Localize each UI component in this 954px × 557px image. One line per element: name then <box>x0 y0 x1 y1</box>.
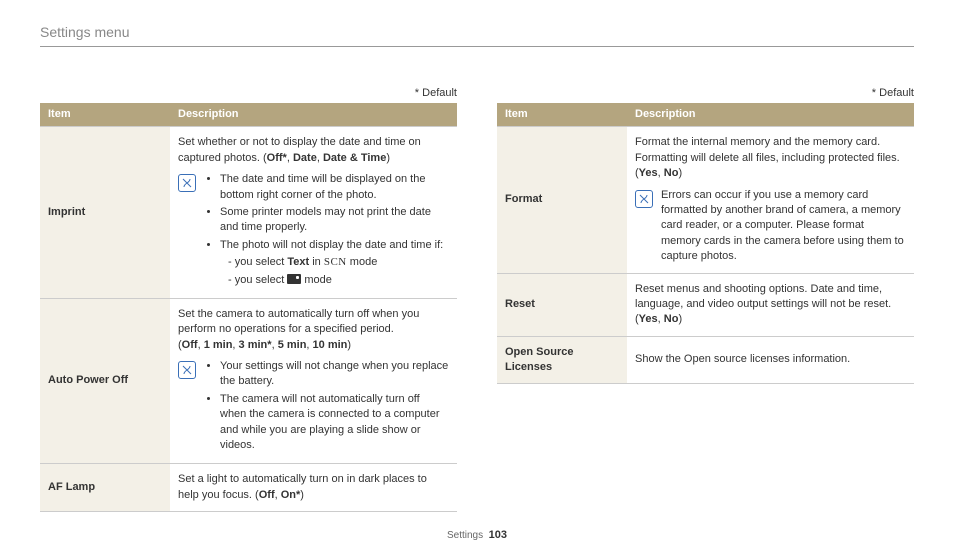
item-osl: Open Source Licenses <box>497 336 627 384</box>
page-footer: Settings 103 <box>0 529 954 541</box>
desc-aflamp: Set a light to automatically turn on in … <box>170 464 457 512</box>
default-note-right: * Default <box>497 87 914 99</box>
opt: Off <box>259 489 275 501</box>
note-list: The date and time will be displayed on t… <box>204 172 449 290</box>
default-note-left: * Default <box>40 87 457 99</box>
left-column: * Default Item Description Imprint Set w… <box>40 87 457 512</box>
opt: No <box>664 313 679 325</box>
note-text: The photo will not display the date and … <box>220 239 443 251</box>
note-sublist: you select Text in SCN mode you select m… <box>220 255 449 288</box>
t: in <box>309 256 324 268</box>
item-imprint: Imprint <box>40 127 170 299</box>
note-icon <box>178 361 196 379</box>
footer-section: Settings <box>447 530 483 541</box>
note-box: The date and time will be displayed on t… <box>178 172 449 290</box>
opt: No <box>664 167 679 179</box>
desc-format: Format the internal memory and the memor… <box>627 127 914 273</box>
magic-frame-icon <box>287 274 301 284</box>
desc-autopoweroff: Set the camera to automatically turn off… <box>170 298 457 464</box>
title-rule <box>40 46 914 47</box>
note-icon <box>178 174 196 192</box>
note-icon <box>635 190 653 208</box>
note-list: Your settings will not change when you r… <box>204 359 449 455</box>
t: you select <box>235 274 288 286</box>
opt: Off <box>182 339 198 351</box>
item-format: Format <box>497 127 627 273</box>
opt: 3 min* <box>239 339 272 351</box>
note-bullet: The photo will not display the date and … <box>220 238 449 288</box>
t: mode <box>301 274 332 286</box>
page-title: Settings menu <box>40 24 914 40</box>
opt: 5 min <box>278 339 307 351</box>
item-autopoweroff: Auto Power Off <box>40 298 170 464</box>
opt: 1 min <box>204 339 233 351</box>
table-row: Open Source Licenses Show the Open sourc… <box>497 336 914 384</box>
content-columns: * Default Item Description Imprint Set w… <box>40 87 914 512</box>
note-box: Your settings will not change when you r… <box>178 359 449 455</box>
table-row: Auto Power Off Set the camera to automat… <box>40 298 457 464</box>
opt: Date & Time <box>323 152 386 164</box>
opt: Off* <box>267 152 287 164</box>
settings-table-right: Item Description Format Format the inter… <box>497 103 914 384</box>
note-bullet: The date and time will be displayed on t… <box>220 172 449 203</box>
th-item: Item <box>497 103 627 127</box>
table-row: Reset Reset menus and shooting options. … <box>497 273 914 336</box>
t: ) <box>300 489 304 501</box>
note-bullet: Your settings will not change when you r… <box>220 359 449 390</box>
opt: On* <box>281 489 301 501</box>
note-bullet: The camera will not automatically turn o… <box>220 392 449 454</box>
footer-page: 103 <box>489 529 507 541</box>
note-dash: you select mode <box>228 273 449 288</box>
apo-intro: Set the camera to automatically turn off… <box>178 308 419 335</box>
settings-table-left: Item Description Imprint Set whether or … <box>40 103 457 512</box>
opt: Yes <box>639 313 658 325</box>
item-reset: Reset <box>497 273 627 336</box>
note-bullet: Some printer models may not print the da… <box>220 205 449 236</box>
opt: Yes <box>639 167 658 179</box>
scn-mode-icon: SCN <box>324 256 347 268</box>
th-desc: Description <box>627 103 914 127</box>
note-dash: you select Text in SCN mode <box>228 255 449 270</box>
desc-reset: Reset menus and shooting options. Date a… <box>627 273 914 336</box>
note-box: Errors can occur if you use a memory car… <box>635 188 906 265</box>
t: you select <box>235 256 288 268</box>
table-row: Format Format the internal memory and th… <box>497 127 914 273</box>
table-row: Imprint Set whether or not to display th… <box>40 127 457 299</box>
opt: 10 min <box>313 339 348 351</box>
th-desc: Description <box>170 103 457 127</box>
t: Text <box>287 256 309 268</box>
desc-imprint: Set whether or not to display the date a… <box>170 127 457 299</box>
t: mode <box>347 256 378 268</box>
th-item: Item <box>40 103 170 127</box>
table-row: AF Lamp Set a light to automatically tur… <box>40 464 457 512</box>
opt: Date <box>293 152 317 164</box>
desc-osl: Show the Open source licenses informatio… <box>627 336 914 384</box>
item-aflamp: AF Lamp <box>40 464 170 512</box>
right-column: * Default Item Description Format Format… <box>497 87 914 512</box>
note-text: Errors can occur if you use a memory car… <box>661 188 906 265</box>
